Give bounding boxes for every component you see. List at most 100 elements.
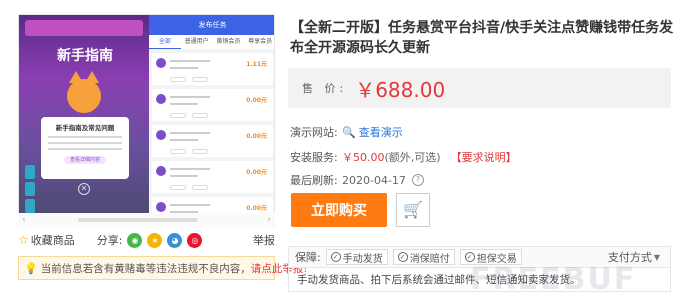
guide-banner (25, 20, 143, 36)
cart-icon: 🛒 (403, 200, 423, 219)
share-group: 分享: ◉ ★ ◕ ◎ (97, 232, 203, 248)
task-price: 0.00元 (246, 205, 267, 212)
check-icon: ✓ (464, 252, 475, 262)
task-button (192, 185, 208, 190)
task-list-tabs: 全部 普通用户 黄铜会员 尊享会员 (149, 35, 274, 49)
demo-label: 演示网站: (290, 126, 338, 139)
avatar (156, 130, 166, 140)
price-value: ￥688.00 (355, 77, 446, 102)
service-label: 安装服务: (290, 151, 338, 164)
guide-modal-title: 新手指南及常见问题 (55, 124, 115, 132)
text-line (170, 96, 210, 98)
report-link[interactable]: 举报 (253, 232, 275, 248)
action-row: ☆ 收藏商品 分享: ◉ ★ ◕ ◎ 举报 (18, 232, 275, 248)
task-tab: 黄铜会员 (216, 38, 241, 45)
thumbnail-strip[interactable]: ‹ › (18, 213, 275, 227)
modal-text-line (48, 142, 122, 144)
guarantee-label: 保障: (295, 251, 321, 264)
guarantee-manual-delivery: ✓ 手动发货 (325, 249, 388, 265)
task-price: 0.00元 (246, 133, 267, 140)
favorite-label: 收藏商品 (30, 234, 75, 247)
task-price: 0.00元 (246, 169, 267, 176)
cart-button[interactable]: 🛒 (396, 193, 430, 227)
task-price: 0.00元 (246, 97, 267, 104)
check-icon: ✓ (330, 252, 341, 262)
task-button (170, 185, 186, 190)
price-box: 售 价: ￥688.00 (288, 68, 671, 108)
star-icon: ☆ (18, 233, 29, 247)
payment-method-dropdown[interactable]: 支付方式 ▼ (608, 249, 660, 265)
search-icon: 🔍 (342, 125, 356, 139)
service-row: 安装服务: ￥50.00 (额外,可选) 【要求说明】 (290, 149, 517, 165)
service-price: ￥50.00 (342, 151, 385, 164)
favorite-button[interactable]: ☆ 收藏商品 (18, 232, 75, 248)
chip-label: 担保交易 (476, 253, 517, 265)
updated-label: 最后刷新: (290, 174, 338, 187)
task-button (170, 77, 186, 82)
task-button (192, 77, 208, 82)
chevron-right-icon[interactable]: › (267, 213, 271, 227)
demo-link-text: 查看演示 (358, 126, 403, 139)
chip-label: 手动发货 (342, 253, 383, 265)
guide-modal: 新手指南及常见问题 查看详细内容 (41, 117, 129, 179)
task-button (192, 149, 208, 154)
guarantee-compensation: ✓ 消保赔付 (392, 249, 455, 265)
task-tab: 全部 (149, 35, 181, 49)
thumbnail-scrollbar[interactable] (78, 218, 198, 222)
wechat-icon[interactable]: ◉ (127, 232, 143, 248)
notice-text: 当前信息若含有黄赌毒等违法违规不良内容， (40, 262, 251, 275)
screenshot-guide: 新手指南 新手指南及常见问题 查看详细内容 ✕ (19, 15, 149, 226)
qzone-icon[interactable]: ★ (147, 232, 163, 248)
updated-date: 2020-04-17 (342, 173, 406, 187)
product-image-gallery[interactable]: 新手指南 新手指南及常见问题 查看详细内容 ✕ 发布任务 全部 普通用户 黄铜会… (18, 14, 275, 227)
price-label: 售 价: (302, 82, 348, 95)
task-button (170, 149, 186, 154)
task-card: 0.00元 (152, 89, 273, 121)
chip-label: 消保赔付 (409, 253, 450, 265)
delivery-description: 手动发货商品、拍下后系统会通过邮件、短信通知卖家发货。 (288, 268, 671, 292)
avatar (156, 166, 166, 176)
chevron-left-icon[interactable]: ‹ (22, 213, 26, 227)
weibo-icon[interactable]: ◎ (187, 232, 203, 248)
task-button (192, 113, 208, 118)
help-icon[interactable]: ? (411, 174, 424, 186)
guide-modal-button: 查看详细内容 (64, 156, 106, 164)
avatar (156, 58, 166, 68)
service-requirements-link[interactable]: 【要求说明】 (451, 149, 517, 165)
task-card: 0.00元 (152, 125, 273, 157)
task-tab: 尊享会员 (248, 38, 273, 45)
buy-now-button[interactable]: 立即购买 (291, 193, 387, 227)
check-icon: ✓ (397, 252, 408, 262)
avatar (156, 202, 166, 212)
modal-text-line (48, 148, 122, 150)
guarantee-escrow: ✓ 担保交易 (459, 249, 522, 265)
task-tab: 普通用户 (184, 38, 209, 45)
service-note: (额外,可选) (384, 151, 441, 164)
text-line (170, 168, 210, 170)
task-list-header: 发布任务 (149, 15, 274, 35)
qq-icon[interactable]: ◕ (167, 232, 183, 248)
text-line (170, 175, 198, 177)
close-icon: ✕ (78, 183, 90, 195)
product-title: 【全新二开版】任务悬赏平台抖音/快手关注点赞赚钱带任务发布全开源源码长久更新 (290, 20, 674, 56)
demo-row: 演示网站: 🔍 查看演示 (290, 124, 403, 140)
task-card: 0.00元 (152, 161, 273, 193)
text-line (170, 139, 198, 141)
chevron-down-icon: ▼ (653, 252, 660, 262)
modal-text-line (48, 136, 122, 138)
task-card: 1.11元 (152, 53, 273, 85)
lightbulb-icon: 💡 (24, 261, 38, 275)
updated-row: 最后刷新: 2020-04-17 ? (290, 172, 424, 188)
screenshot-task-list: 发布任务 全部 普通用户 黄铜会员 尊享会员 1.11元 0.00元 0.00元… (149, 15, 274, 226)
guide-title: 新手指南 (57, 48, 113, 64)
cat-mascot-icon (67, 71, 101, 113)
report-notice: 💡 当前信息若含有黄赌毒等违法违规不良内容， 请点此举报! (18, 256, 307, 280)
text-line (170, 67, 198, 69)
side-tiles (25, 165, 35, 215)
demo-link[interactable]: 🔍 查看演示 (342, 124, 403, 140)
text-line (170, 103, 198, 105)
avatar (156, 94, 166, 104)
guarantee-bar: 保障: ✓ 手动发货 ✓ 消保赔付 ✓ 担保交易 支付方式 ▼ (288, 246, 671, 268)
text-line (170, 204, 210, 206)
task-price: 1.11元 (246, 61, 267, 68)
